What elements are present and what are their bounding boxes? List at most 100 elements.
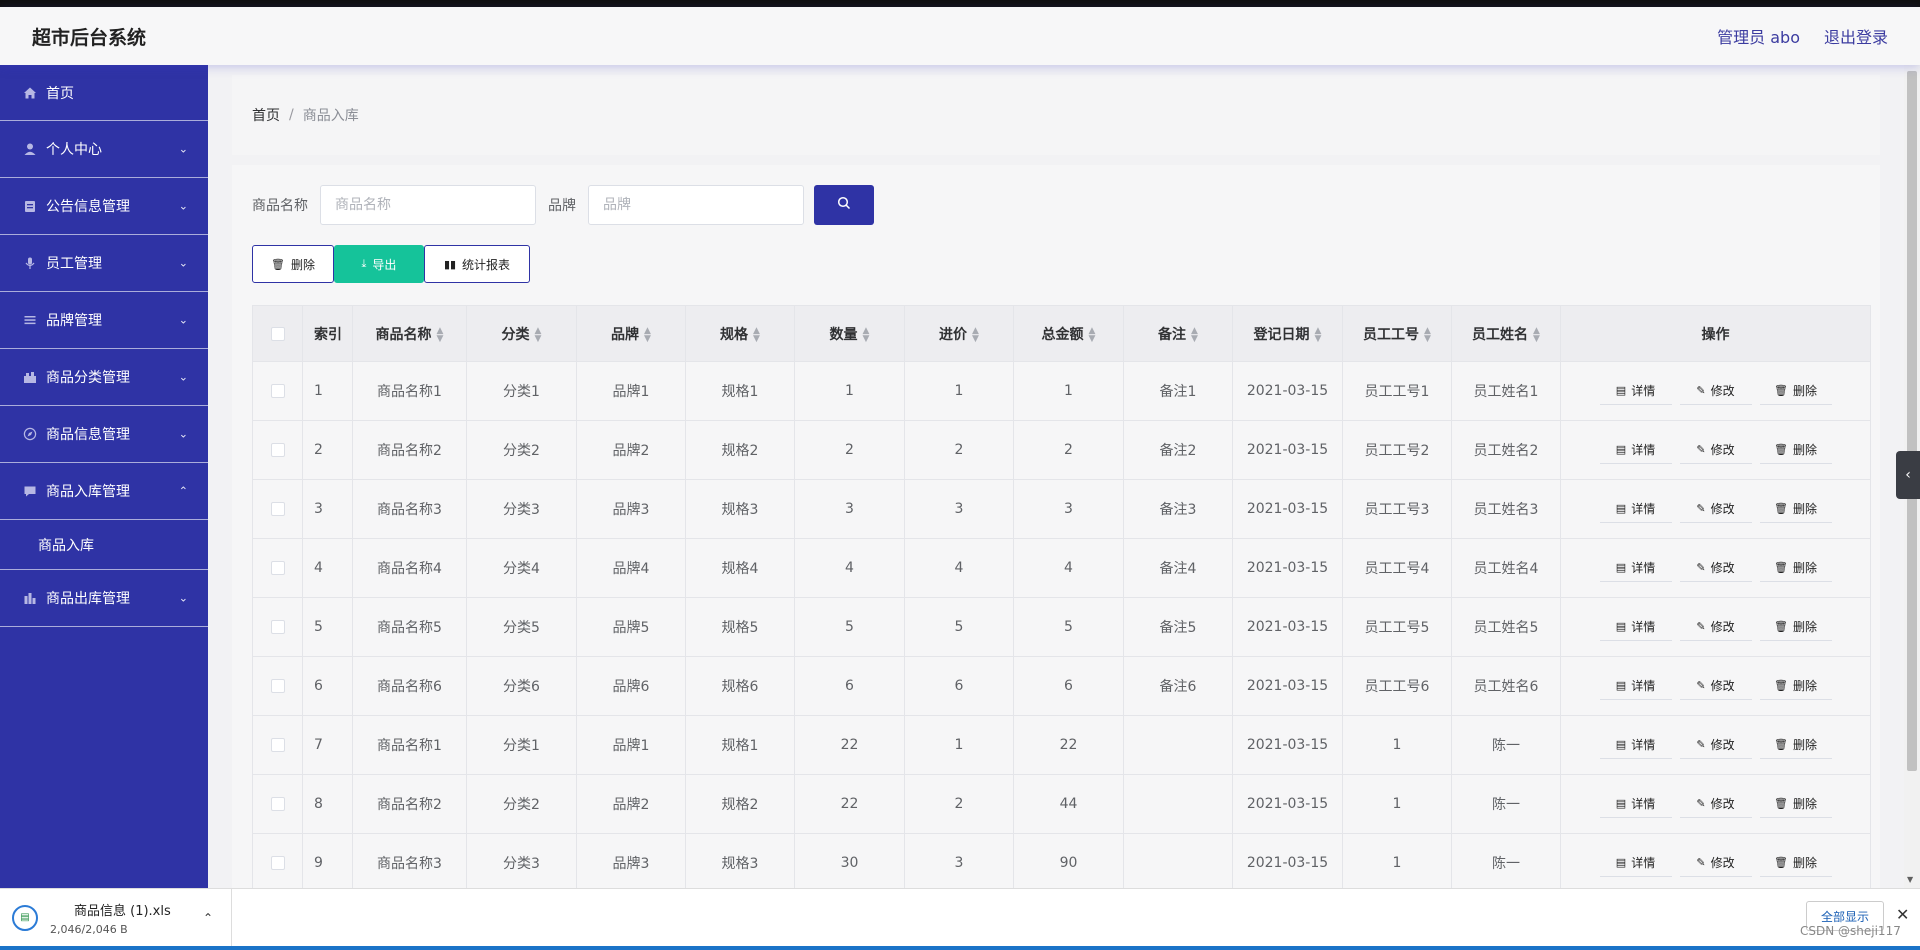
edit-button[interactable]: ✎ 修改 — [1679, 672, 1752, 700]
row-checkbox[interactable] — [252, 597, 303, 657]
detail-button[interactable]: ▤ 详情 — [1599, 554, 1672, 582]
col-category[interactable]: 分类 ▲ ▼ — [466, 305, 577, 362]
edit-button[interactable]: ✎ 修改 — [1679, 436, 1752, 464]
chevron-up-icon[interactable]: ⌃ — [203, 911, 213, 925]
close-icon[interactable]: ✕ — [1896, 905, 1909, 924]
edit-icon: ✎ — [1696, 384, 1706, 397]
edit-button[interactable]: ✎ 修改 — [1679, 495, 1752, 523]
edit-button[interactable]: ✎ 修改 — [1679, 790, 1752, 818]
table-cell: 商品名称5 — [352, 597, 467, 657]
edit-button[interactable]: ✎ 修改 — [1679, 731, 1752, 759]
delete-button[interactable]: 🗑 删除 — [1759, 554, 1832, 582]
report-button[interactable]: ▮▮ 统计报表 — [424, 245, 530, 283]
edit-button[interactable]: ✎ 修改 — [1679, 613, 1752, 641]
chevron-down-icon: ⌄ — [178, 427, 188, 441]
col-name[interactable]: 商品名称 ▲ ▼ — [352, 305, 467, 362]
table-cell: 规格3 — [685, 833, 795, 888]
document-icon: ▤ — [1615, 797, 1627, 810]
row-checkbox[interactable] — [252, 656, 303, 716]
row-checkbox[interactable] — [252, 538, 303, 598]
table-cell: 备注1 — [1123, 361, 1233, 421]
search-button[interactable] — [814, 185, 874, 225]
app-header: 超市后台系统 管理员 abo 退出登录 — [0, 7, 1920, 65]
col-staff-id[interactable]: 员工工号 ▲ ▼ — [1342, 305, 1452, 362]
delete-button[interactable]: 🗑 删除 — [1759, 613, 1832, 641]
edit-button[interactable]: ✎ 修改 — [1679, 554, 1752, 582]
logout-link[interactable]: 退出登录 — [1824, 24, 1888, 48]
sidebar-item-home[interactable]: 首页 — [0, 65, 208, 121]
detail-button[interactable]: ▤ 详情 — [1599, 849, 1672, 877]
detail-button[interactable]: ▤ 详情 — [1599, 731, 1672, 759]
sort-icon: ▲ ▼ — [644, 325, 651, 344]
collapse-tab[interactable]: ‹ — [1896, 451, 1920, 499]
delete-button[interactable]: 🗑 删除 — [1759, 495, 1832, 523]
row-actions: ▤ 详情 ✎ 修改 🗑 删除 — [1560, 420, 1871, 480]
sidebar-item-notice[interactable]: 公告信息管理 ⌄ — [0, 178, 208, 235]
col-brand[interactable]: 品牌 ▲ ▼ — [576, 305, 686, 362]
detail-button[interactable]: ▤ 详情 — [1599, 790, 1672, 818]
select-all-checkbox[interactable] — [252, 305, 303, 362]
delete-button[interactable]: 🗑 删除 — [1759, 436, 1832, 464]
table-row: 4 商品名称4 分类4 品牌4 规格4 4 4 4 备注4 2021-03-15 员工工号4 员工姓名… — [252, 538, 1871, 598]
col-quantity[interactable]: 数量 ▲ ▼ — [794, 305, 905, 362]
table-cell: 5 — [1013, 597, 1124, 657]
table-cell: 1 — [794, 361, 905, 421]
batch-delete-button[interactable]: 🗑 删除 — [252, 245, 334, 283]
row-actions: ▤ 详情 ✎ 修改 🗑 删除 — [1560, 361, 1871, 421]
delete-button[interactable]: 🗑 删除 — [1759, 672, 1832, 700]
delete-button[interactable]: 🗑 删除 — [1759, 849, 1832, 877]
col-total[interactable]: 总金额 ▲ ▼ — [1013, 305, 1124, 362]
detail-button[interactable]: ▤ 详情 — [1599, 495, 1672, 523]
sidebar-item-goods[interactable]: 商品信息管理 ⌄ — [0, 406, 208, 463]
sort-icon: ▲ ▼ — [1191, 325, 1198, 344]
admin-name[interactable]: 管理员 abo — [1717, 24, 1800, 48]
app-logo: 超市后台系统 — [32, 26, 147, 49]
export-button[interactable]: ⤓ 导出 — [334, 245, 424, 283]
scroll-down-icon[interactable]: ▼ — [1907, 875, 1913, 884]
detail-button[interactable]: ▤ 详情 — [1599, 672, 1672, 700]
row-checkbox[interactable] — [252, 361, 303, 421]
col-remark[interactable]: 备注 ▲ ▼ — [1123, 305, 1233, 362]
edit-button[interactable]: ✎ 修改 — [1679, 377, 1752, 405]
row-checkbox[interactable] — [252, 479, 303, 539]
col-price[interactable]: 进价 ▲ ▼ — [904, 305, 1014, 362]
table-cell: 品牌1 — [576, 361, 686, 421]
row-checkbox[interactable] — [252, 833, 303, 888]
delete-button[interactable]: 🗑 删除 — [1759, 377, 1832, 405]
breadcrumb-home[interactable]: 首页 — [252, 105, 280, 125]
detail-button[interactable]: ▤ 详情 — [1599, 377, 1672, 405]
sidebar-item-category[interactable]: 商品分类管理 ⌄ — [0, 349, 208, 406]
detail-button[interactable]: ▤ 详情 — [1599, 613, 1672, 641]
table-cell: 规格3 — [685, 479, 795, 539]
name-input[interactable] — [320, 185, 536, 225]
table-cell: 备注3 — [1123, 479, 1233, 539]
sidebar-item-stock-in[interactable]: 商品入库管理 ⌃ — [0, 463, 208, 520]
sidebar-item-staff[interactable]: 员工管理 ⌄ — [0, 235, 208, 292]
download-item[interactable]: ▤ 商品信息 (1).xls 2,046/2,046 B ⌃ — [0, 889, 232, 946]
col-staff-name[interactable]: 员工姓名 ▲ ▼ — [1451, 305, 1561, 362]
table-cell: 商品名称3 — [352, 833, 467, 888]
edit-button[interactable]: ✎ 修改 — [1679, 849, 1752, 877]
sidebar-item-personal[interactable]: 个人中心 ⌄ — [0, 121, 208, 178]
col-date[interactable]: 登记日期 ▲ ▼ — [1232, 305, 1343, 362]
table-cell: 陈一 — [1451, 774, 1561, 834]
row-checkbox[interactable] — [252, 715, 303, 775]
table-cell: 2021-03-15 — [1232, 597, 1343, 657]
table-cell: 规格1 — [685, 361, 795, 421]
table-cell: 商品名称1 — [352, 361, 467, 421]
detail-button[interactable]: ▤ 详情 — [1599, 436, 1672, 464]
brand-input[interactable] — [588, 185, 804, 225]
sidebar-item-brand[interactable]: 品牌管理 ⌄ — [0, 292, 208, 349]
sidebar-item-stock-out[interactable]: 商品出库管理 ⌄ — [0, 570, 208, 627]
table-cell: 1 — [1342, 833, 1452, 888]
edit-icon: ✎ — [1696, 443, 1706, 456]
col-spec[interactable]: 规格 ▲ ▼ — [685, 305, 795, 362]
table-cell: 7 — [302, 715, 353, 775]
delete-button[interactable]: 🗑 删除 — [1759, 731, 1832, 759]
scrollbar-thumb[interactable] — [1907, 71, 1917, 771]
delete-button[interactable]: 🗑 删除 — [1759, 790, 1832, 818]
submenu-item-stock-in[interactable]: 商品入库 — [0, 520, 208, 570]
document-icon: ▤ — [1615, 502, 1627, 515]
row-checkbox[interactable] — [252, 774, 303, 834]
row-checkbox[interactable] — [252, 420, 303, 480]
